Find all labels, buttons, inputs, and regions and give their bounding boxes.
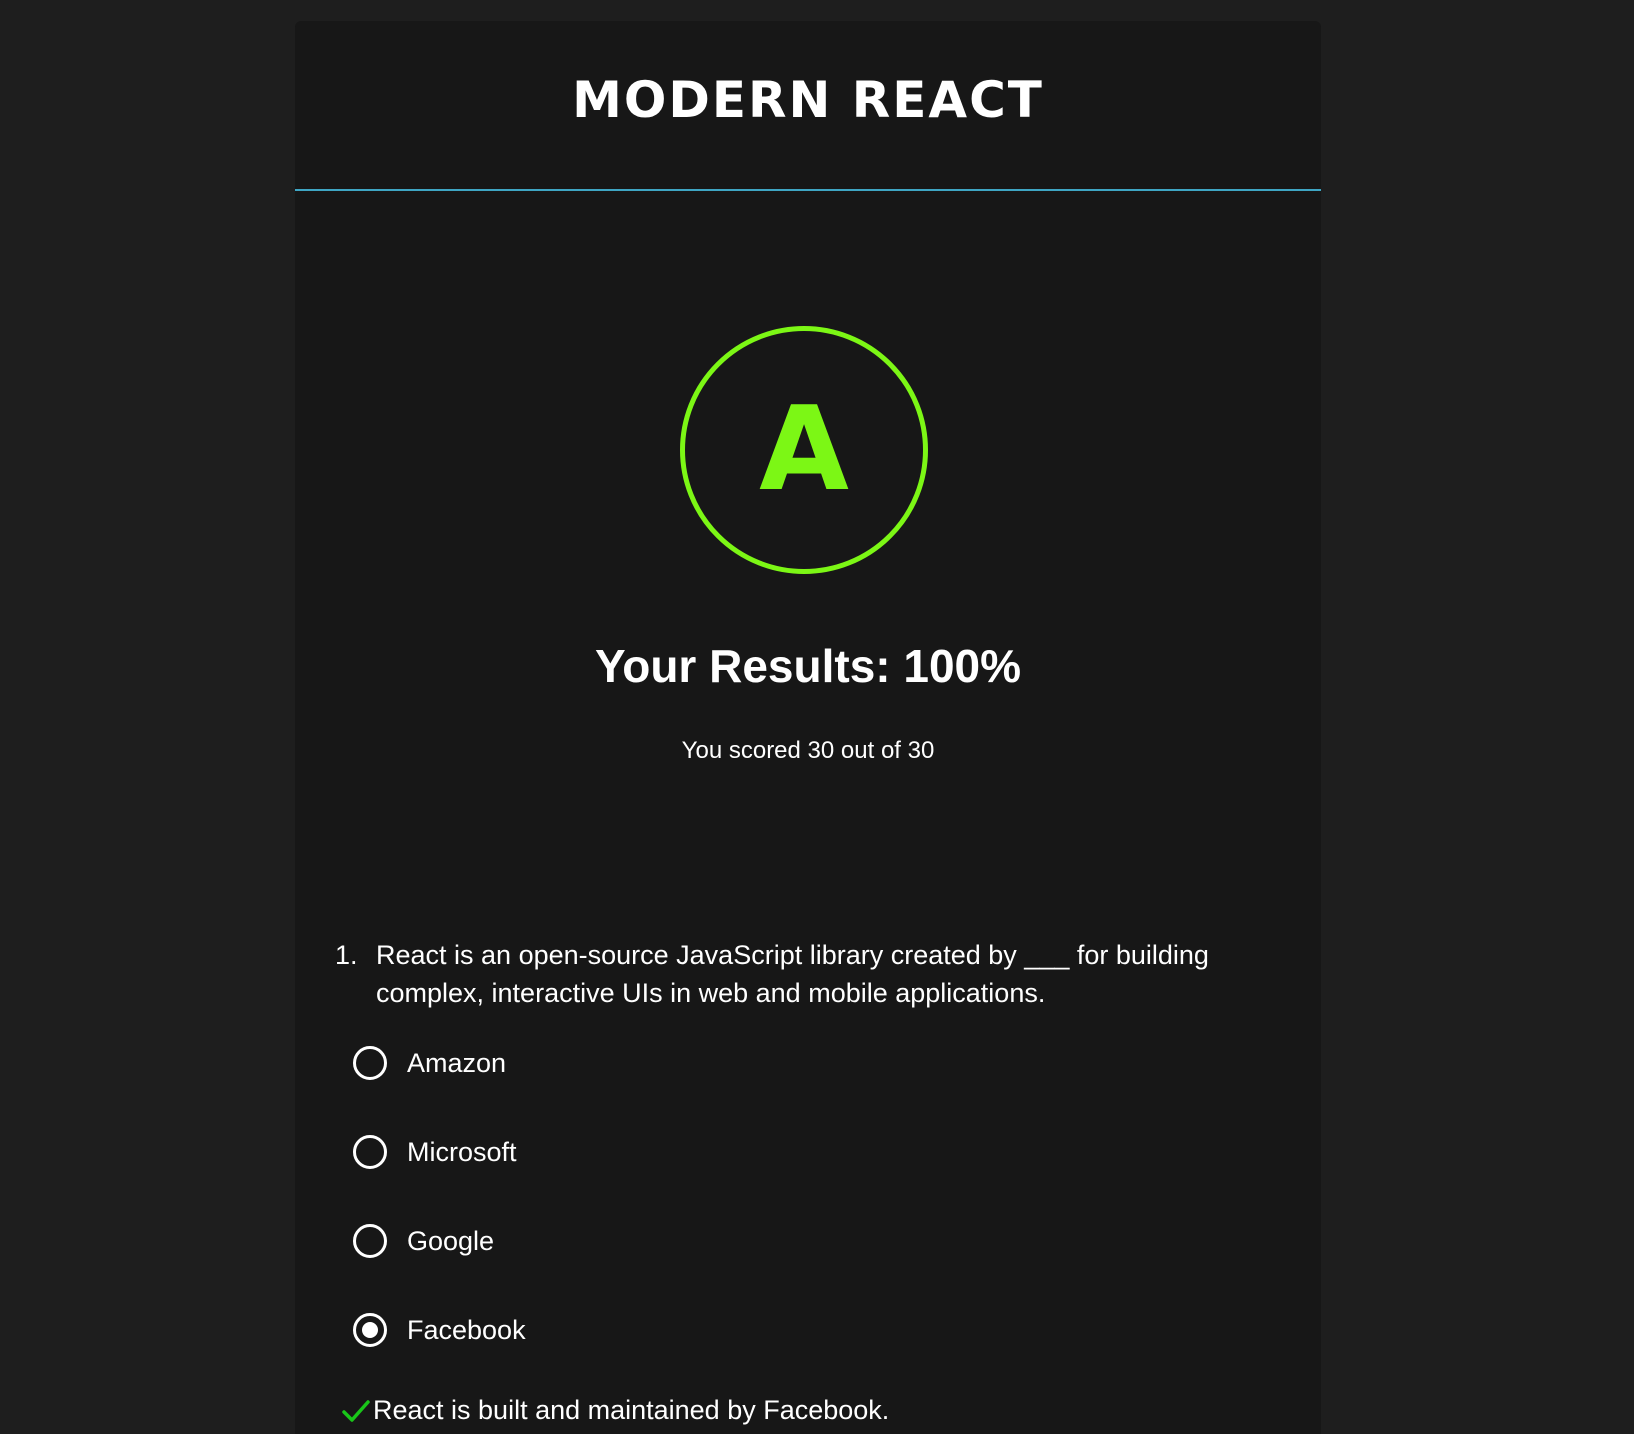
score-summary: You scored 30 out of 30 <box>681 737 935 764</box>
option-label: Facebook <box>407 1314 526 1345</box>
check-icon <box>342 1399 370 1422</box>
app-title: MODERN REACT <box>572 71 1044 129</box>
question-item: 1. React is an open-source JavaScript li… <box>335 936 1285 1012</box>
answer-feedback: React is built and maintained by Faceboo… <box>341 1395 889 1426</box>
feedback-text: React is built and maintained by Faceboo… <box>373 1395 890 1425</box>
grade-letter: A <box>759 382 849 517</box>
header: MODERN REACT <box>295 21 1321 191</box>
option-label: Amazon <box>407 1047 507 1078</box>
radio-button[interactable] <box>353 1046 387 1080</box>
grade-badge: A <box>680 326 928 574</box>
question-number: 1. <box>335 940 358 970</box>
question-text: React is an open-source JavaScript libra… <box>376 940 1209 1008</box>
answer-option-amazon[interactable]: Amazon <box>353 1043 526 1083</box>
answer-option-google[interactable]: Google <box>353 1221 526 1261</box>
radio-button[interactable] <box>353 1224 387 1258</box>
option-label: Microsoft <box>407 1136 517 1167</box>
answer-option-facebook[interactable]: Facebook <box>353 1310 526 1350</box>
option-label: Google <box>407 1225 495 1256</box>
quiz-results-card: MODERN REACT A Your Results: 100% You sc… <box>295 21 1321 1434</box>
answer-option-microsoft[interactable]: Microsoft <box>353 1132 526 1172</box>
radio-button-selected[interactable] <box>353 1313 387 1347</box>
answer-options: Amazon Microsoft Google Facebook <box>353 1043 526 1399</box>
results-title: Your Results: 100% <box>594 640 1022 692</box>
radio-button[interactable] <box>353 1135 387 1169</box>
